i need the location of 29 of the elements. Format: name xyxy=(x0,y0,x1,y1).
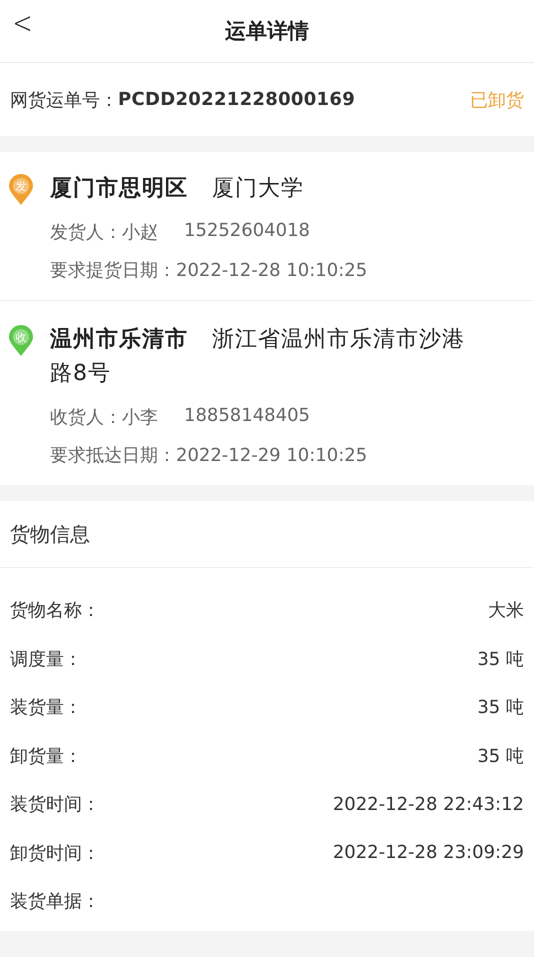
field-value: 2022-12-28 23:09:29 xyxy=(332,842,524,864)
stop-address: 厦门市思明区 厦门大学 xyxy=(50,174,305,203)
field-label: 装货量： xyxy=(10,696,82,720)
contact-phone: 15252604018 xyxy=(184,220,310,243)
field-value: 2022-12-28 22:43:12 xyxy=(332,794,524,815)
contact-name: 收货人：小李 xyxy=(50,406,158,429)
field-label: 装货时间： xyxy=(10,793,100,816)
required-date: 要求抵达日期：2022-12-29 10:10:25 xyxy=(50,444,368,467)
status-label: 已卸货 xyxy=(470,88,524,112)
field-label: 卸货量： xyxy=(10,744,82,768)
field-value: 35 吨 xyxy=(477,696,524,720)
required-date: 要求提货日期：2022-12-28 10:10:25 xyxy=(50,259,368,282)
field-label: 装货单据： xyxy=(10,890,100,914)
location-pin-icon: 收 xyxy=(8,325,34,357)
field-label: 卸货时间： xyxy=(10,842,100,865)
section-title: 货物信息 xyxy=(0,501,534,568)
contact-phone: 18858148405 xyxy=(184,405,310,428)
field-label: 货物名称： xyxy=(10,599,100,622)
page-title: 运单详情 xyxy=(225,18,309,45)
field-value: 35 吨 xyxy=(477,648,524,671)
field-value: 大米 xyxy=(488,599,524,622)
order-number-label: 网货运单号： xyxy=(10,88,118,112)
location-pin-icon: 发 xyxy=(8,174,34,206)
field-label: 调度量： xyxy=(10,648,82,671)
field-value: 35 吨 xyxy=(477,744,524,768)
order-number: PCDD20221228000169 xyxy=(118,89,356,110)
contact-name: 发货人：小赵 xyxy=(50,221,158,244)
back-button[interactable]: < xyxy=(8,6,38,41)
stop-address: 温州市乐清市 浙江省温州市乐清市沙港路8号 xyxy=(50,326,466,388)
